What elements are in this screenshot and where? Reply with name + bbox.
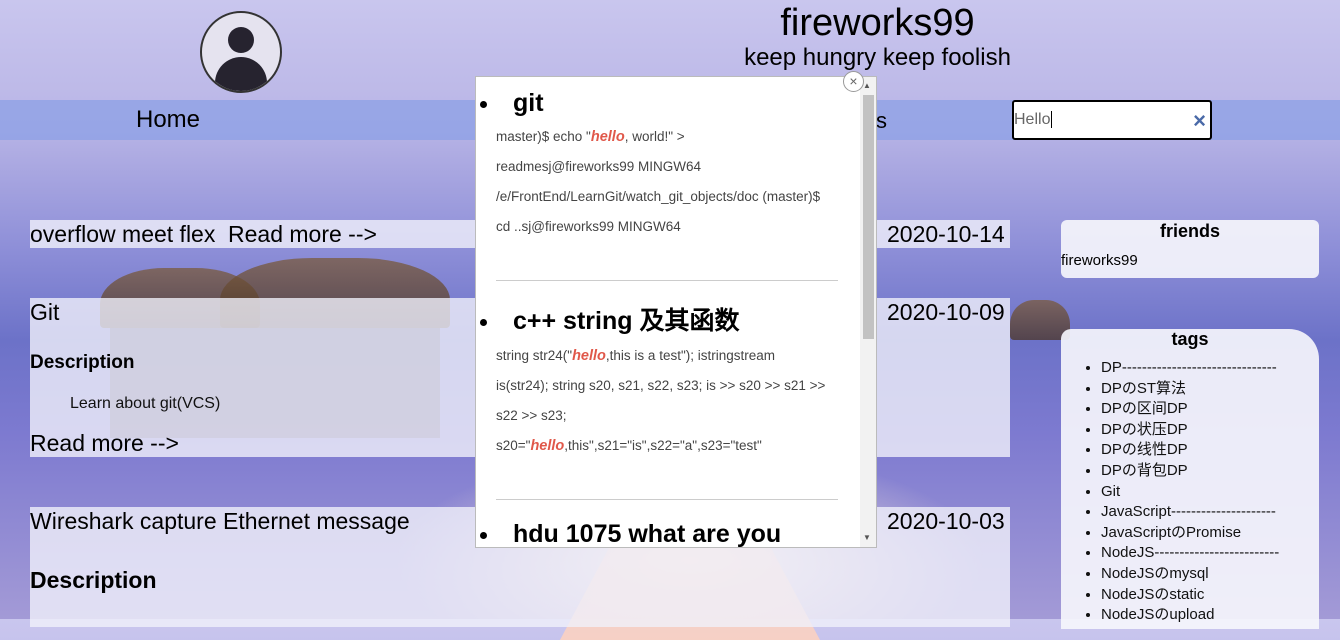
read-more-link[interactable]: Read more -->: [228, 221, 377, 248]
popup-scrollbar[interactable]: ▲ ▼: [860, 77, 876, 547]
tag-link[interactable]: JavaScript---------------------: [1101, 502, 1319, 523]
search-result-snippet: string str24("hello,this is a test"); is…: [496, 341, 840, 461]
search-results-list: git master)$ echo "hello, world!" > read…: [476, 77, 860, 547]
close-popup-icon[interactable]: ×: [843, 71, 864, 92]
nav-link-partial[interactable]: s: [876, 108, 887, 134]
tag-link[interactable]: DPの线性DP: [1101, 440, 1319, 461]
snippet-line: s20="hello,this",s21="is",s22="a",s23="t…: [496, 438, 762, 454]
snippet-line: cd ..sj@fireworks99 MINGW64: [496, 219, 681, 234]
tag-link[interactable]: NodeJSのstatic: [1101, 585, 1319, 606]
tag-link[interactable]: NodeJSのmysql: [1101, 564, 1319, 585]
clear-search-icon[interactable]: ×: [1193, 108, 1206, 134]
friends-card: friends fireworks99: [1061, 220, 1319, 278]
post-title-link[interactable]: Wireshark capture Ethernet message: [30, 508, 410, 535]
snippet-line: /e/FrontEnd/LearnGit/watch_git_objects/d…: [496, 189, 821, 204]
avatar[interactable]: [200, 11, 282, 93]
site-title: fireworks99: [780, 2, 975, 44]
tag-link[interactable]: NodeJS-------------------------: [1101, 543, 1319, 564]
tag-link[interactable]: NodeJSのupload: [1101, 605, 1319, 626]
snippet-line: readmesj@fireworks99 MINGW64: [496, 159, 702, 174]
nav-home-link[interactable]: Home: [136, 106, 200, 134]
avatar-head-icon: [228, 27, 254, 53]
tag-link[interactable]: DPのST算法: [1101, 379, 1319, 400]
post-date: 2020-10-03: [887, 508, 1005, 534]
search-result-item[interactable]: git master)$ echo "hello, world!" > read…: [476, 77, 860, 242]
scroll-down-icon[interactable]: ▼: [863, 533, 871, 542]
snippet-line: string str24("hello,this is a test"); is…: [496, 348, 776, 364]
search-input[interactable]: Hello ×: [1012, 100, 1212, 140]
search-result-title[interactable]: git: [480, 89, 840, 118]
tag-link[interactable]: JavaScriptのPromise: [1101, 523, 1319, 544]
search-highlight: hello: [530, 438, 565, 454]
search-input-value: Hello: [1014, 111, 1053, 129]
post-description-heading: Description: [30, 352, 135, 373]
search-results-popup[interactable]: git master)$ echo "hello, world!" > read…: [475, 76, 877, 548]
friends-heading: friends: [1159, 221, 1220, 241]
tag-link[interactable]: DP-------------------------------: [1101, 358, 1319, 379]
post-description-heading: Description: [30, 567, 157, 593]
post-description: Learn about git(VCS): [70, 395, 221, 412]
snippet-line: s22 >> s23;: [496, 408, 567, 423]
snippet-line: master)$ echo "hello, world!" >: [496, 129, 685, 145]
tag-link[interactable]: DPの背包DP: [1101, 461, 1319, 482]
search-highlight: hello: [590, 129, 625, 145]
scrollbar-thumb[interactable]: [863, 95, 874, 339]
tag-link[interactable]: DPの状压DP: [1101, 420, 1319, 441]
post-title-link[interactable]: overflow meet flex: [30, 221, 215, 248]
tag-link[interactable]: DPの区间DP: [1101, 399, 1319, 420]
friend-link[interactable]: fireworks99: [1061, 252, 1319, 269]
tags-card: tags DP------------------------------- D…: [1061, 329, 1319, 629]
search-highlight: hello: [572, 348, 606, 364]
search-result-title[interactable]: c++ string 及其函数: [480, 301, 840, 337]
scroll-up-icon[interactable]: ▲: [863, 81, 871, 90]
tag-link[interactable]: Git: [1101, 482, 1319, 503]
search-result-item[interactable]: hdu 1075 what are you: [476, 500, 860, 547]
site-subtitle: keep hungry keep foolish: [744, 44, 1011, 71]
post-date: 2020-10-09: [887, 299, 1005, 325]
post-date: 2020-10-14: [887, 221, 1005, 247]
read-more-link[interactable]: Read more -->: [30, 430, 179, 457]
search-result-title[interactable]: hdu 1075 what are you: [480, 520, 840, 547]
post-title-link[interactable]: Git: [30, 299, 59, 326]
avatar-body-icon: [215, 57, 267, 91]
tags-heading: tags: [1171, 329, 1209, 349]
snippet-line: is(str24); string s20, s21, s22, s23; is…: [496, 378, 826, 393]
search-result-snippet: master)$ echo "hello, world!" > readmesj…: [496, 122, 840, 242]
search-result-item[interactable]: c++ string 及其函数 string str24("hello,this…: [476, 281, 860, 461]
tags-list: DP------------------------------- DPのST算…: [1061, 358, 1319, 626]
